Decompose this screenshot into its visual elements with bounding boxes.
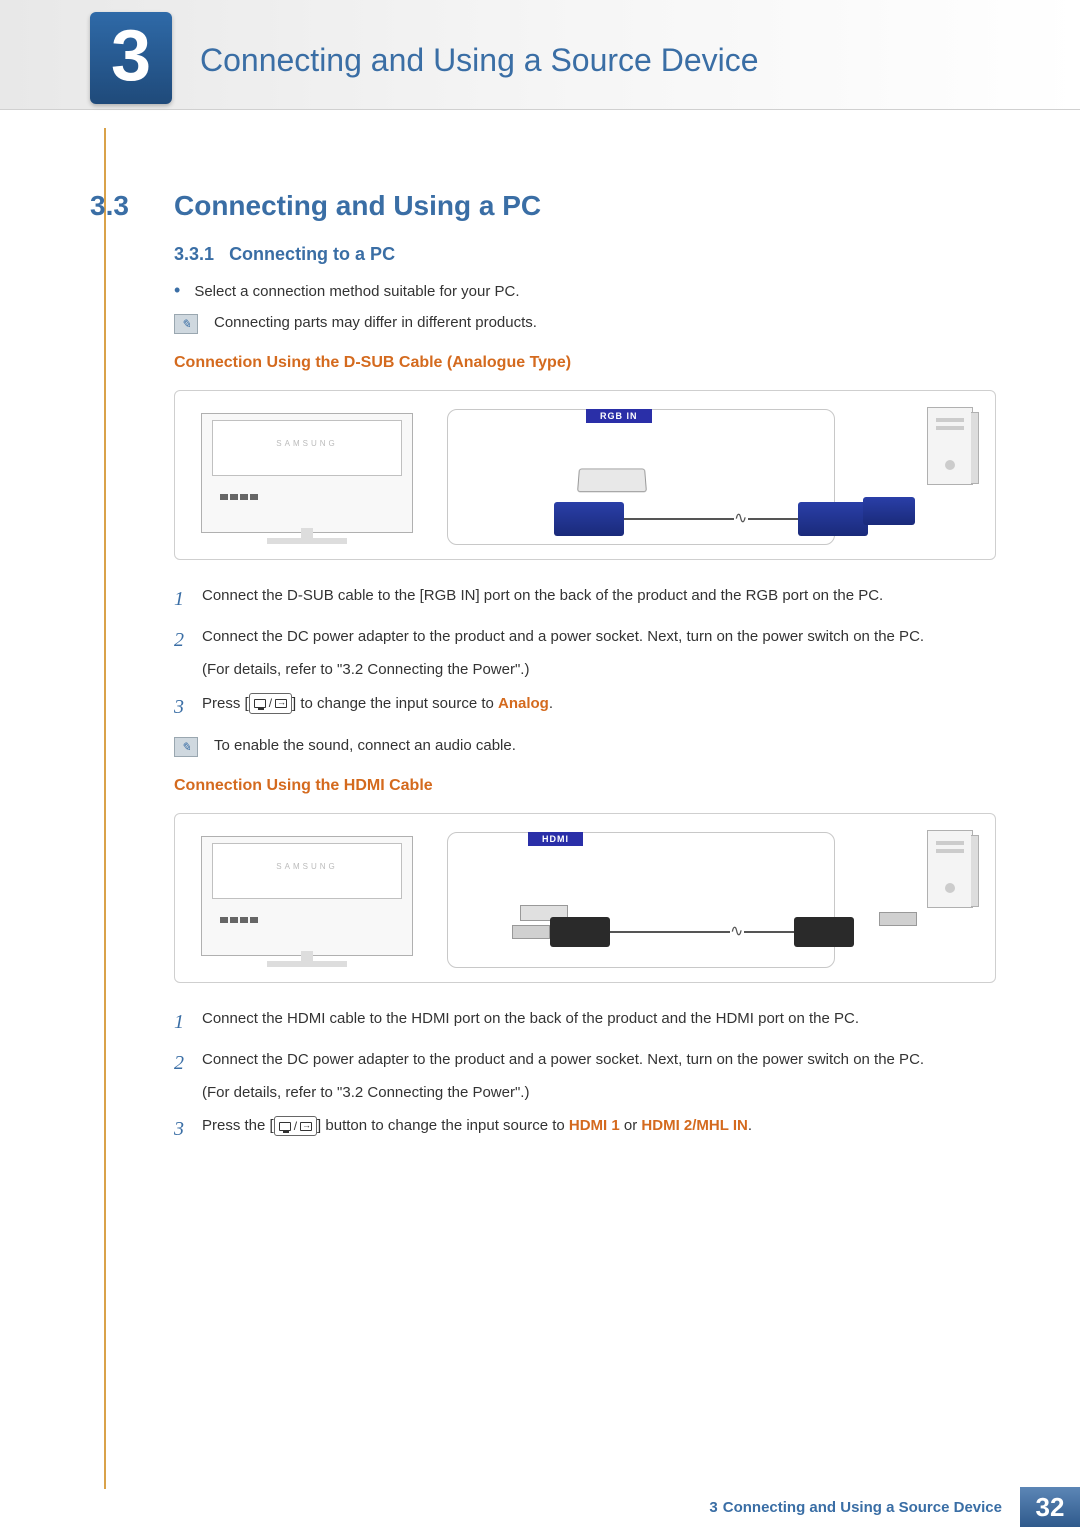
dsub-connector-right-icon [798, 502, 868, 536]
page-content: 3.3 Connecting and Using a PC 3.3.1 Conn… [90, 190, 996, 1155]
cable-break-icon: ∿ [734, 508, 747, 528]
pc-vga-connector-icon [863, 497, 915, 525]
source-button-icon: / [249, 693, 292, 714]
step-suffix: . [549, 695, 553, 712]
hdmi-step-1: 1 Connect the HDMI cable to the HDMI por… [174, 1007, 996, 1038]
step-text: Connect the HDMI cable to the HDMI port … [202, 1007, 996, 1038]
dsub-note-text: To enable the sound, connect an audio ca… [214, 737, 516, 754]
dsub-steps: 1 Connect the D-SUB cable to the [RGB IN… [174, 584, 996, 723]
pc-tower-icon [927, 830, 973, 908]
footer-chapter-number: 3 [709, 1499, 717, 1516]
cable-line [624, 518, 734, 520]
step-detail: (For details, refer to "3.2 Connecting t… [202, 1081, 996, 1104]
pc-tower-icon [927, 407, 973, 485]
hdmi-step-2: 2 Connect the DC power adapter to the pr… [174, 1048, 996, 1105]
step-or: or [620, 1117, 642, 1134]
hdmi-label: HDMI [528, 832, 583, 846]
intro-note-text: Connecting parts may differ in different… [214, 314, 537, 331]
dsub-note: ✎ To enable the sound, connect an audio … [174, 737, 996, 757]
rgb-in-label: RGB IN [586, 409, 652, 423]
footer-chapter-title: 3 Connecting and Using a Source Device [709, 1487, 1020, 1527]
monitor-brand: SAMSUNG [212, 420, 402, 476]
step-text: Connect the DC power adapter to the prod… [202, 628, 924, 645]
note-icon: ✎ [174, 314, 198, 334]
dsub-diagram: SAMSUNG RGB IN ∿ [174, 390, 996, 560]
step-pre: Press [ [202, 695, 249, 712]
intro-note: ✎ Connecting parts may differ in differe… [174, 314, 996, 334]
source-button-icon: / [274, 1116, 317, 1137]
step-detail: (For details, refer to "3.2 Connecting t… [202, 658, 996, 681]
cable-line [748, 518, 798, 520]
step-post: ] to change the input source to [292, 695, 498, 712]
dsub-connector-left-icon [554, 502, 624, 536]
step-number: 1 [174, 584, 202, 615]
bullet-icon: • [174, 283, 180, 298]
section-title: Connecting and Using a PC [174, 190, 541, 222]
dsub-heading: Connection Using the D-SUB Cable (Analog… [174, 354, 996, 372]
monitor-brand: SAMSUNG [212, 843, 402, 899]
dsub-step-2: 2 Connect the DC power adapter to the pr… [174, 625, 996, 682]
step-pre: Press the [ [202, 1117, 274, 1134]
step-post: ] button to change the input source to [317, 1117, 569, 1134]
hdmi-connector-right-icon [794, 917, 854, 947]
step-number: 1 [174, 1007, 202, 1038]
step-number: 2 [174, 625, 202, 682]
subsection-title: Connecting to a PC [229, 244, 395, 264]
vga-port-icon [577, 468, 647, 492]
hdmi1-mode: HDMI 1 [569, 1117, 620, 1134]
cable-line [744, 931, 794, 933]
hdmi-diagram: SAMSUNG HDMI ∿ [174, 813, 996, 983]
monitor-icon: SAMSUNG [201, 413, 413, 533]
subsection-number: 3.3.1 [174, 244, 214, 264]
note-icon: ✎ [174, 737, 198, 757]
hdmi2-mode: HDMI 2/MHL IN [641, 1117, 747, 1134]
step-suffix: . [748, 1117, 752, 1134]
chapter-header: 3 Connecting and Using a Source Device [0, 0, 1080, 110]
dsub-step-3: 3 Press [/] to change the input source t… [174, 692, 996, 723]
section-heading: 3.3 Connecting and Using a PC [90, 190, 996, 222]
hdmi-heading: Connection Using the HDMI Cable [174, 777, 996, 795]
intro-bullet: • Select a connection method suitable fo… [174, 283, 996, 300]
step-text: Connect the DC power adapter to the prod… [202, 1051, 924, 1068]
hdmi-step-3: 3 Press the [/] button to change the inp… [174, 1114, 996, 1145]
step-number: 2 [174, 1048, 202, 1105]
chapter-number-badge: 3 [90, 12, 172, 104]
step-text: Connect the D-SUB cable to the [RGB IN] … [202, 584, 996, 615]
subsection-heading: 3.3.1 Connecting to a PC [174, 244, 996, 265]
port-panel: HDMI ∿ [447, 832, 835, 968]
step-number: 3 [174, 692, 202, 723]
page-footer: 3 Connecting and Using a Source Device 3… [0, 1487, 1080, 1527]
section-number: 3.3 [90, 190, 174, 222]
chapter-title: Connecting and Using a Source Device [200, 42, 759, 79]
port-panel: RGB IN ∿ [447, 409, 835, 545]
analog-mode: Analog [498, 695, 549, 712]
hdmi-steps: 1 Connect the HDMI cable to the HDMI por… [174, 1007, 996, 1146]
cable-break-icon: ∿ [730, 921, 743, 941]
hdmi-plug-tip-icon [512, 925, 550, 939]
footer-title-text: Connecting and Using a Source Device [723, 1499, 1002, 1516]
cable-line [610, 931, 730, 933]
dsub-step-1: 1 Connect the D-SUB cable to the [RGB IN… [174, 584, 996, 615]
step-number: 3 [174, 1114, 202, 1145]
pc-hdmi-plug-icon [879, 912, 917, 926]
hdmi-connector-left-icon [550, 917, 610, 947]
intro-bullet-text: Select a connection method suitable for … [194, 283, 519, 300]
monitor-icon: SAMSUNG [201, 836, 413, 956]
page-number: 32 [1020, 1487, 1080, 1527]
